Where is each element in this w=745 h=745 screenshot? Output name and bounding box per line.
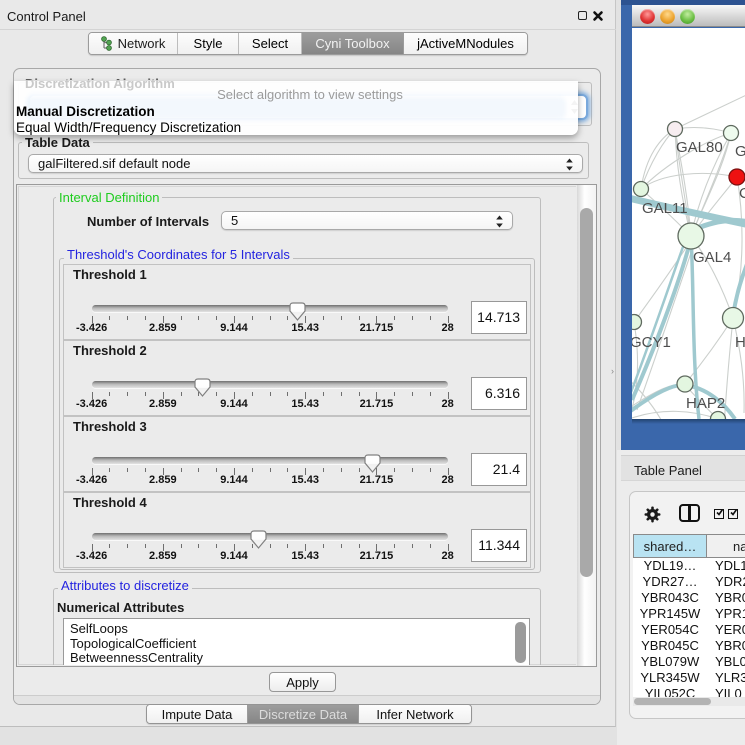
svg-text:H: H (735, 334, 745, 351)
svg-text:GAL80: GAL80 (676, 139, 723, 156)
svg-text:GAL11: GAL11 (642, 200, 688, 217)
svg-text:G: G (735, 143, 745, 160)
svg-text:HAP2: HAP2 (686, 395, 725, 412)
svg-text:GAL4: GAL4 (693, 249, 731, 266)
svg-text:C: C (739, 185, 745, 202)
svg-text:GCY1: GCY1 (632, 334, 671, 351)
